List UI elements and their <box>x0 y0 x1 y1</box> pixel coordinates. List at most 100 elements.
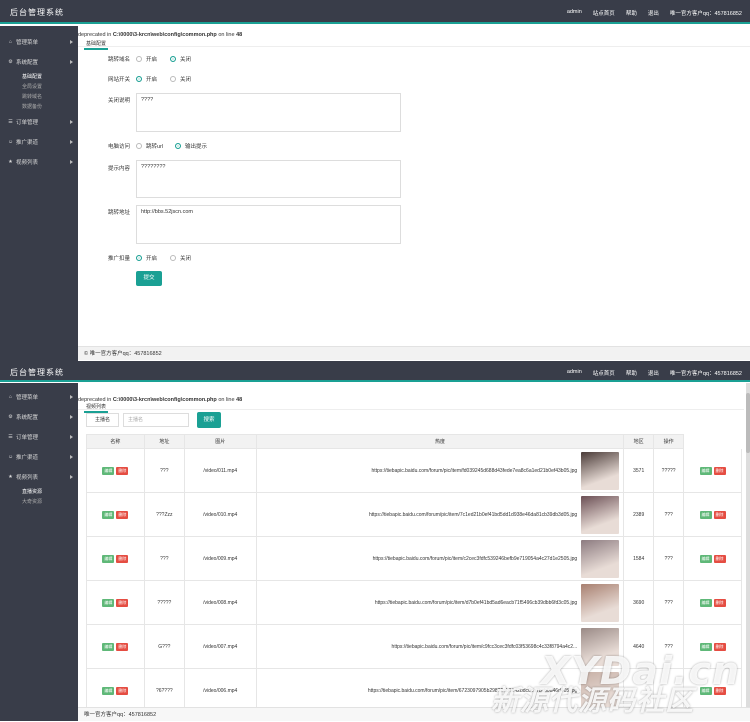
tab-basic[interactable]: 基础配置 <box>84 40 109 50</box>
cell-region: 3690 <box>623 580 655 625</box>
chevron-right-icon <box>70 140 73 144</box>
sidebar-sub-live[interactable]: 直播资源 <box>0 487 78 497</box>
col-region: 地区 <box>623 434 655 449</box>
delete-button[interactable]: 删除 <box>116 510 129 519</box>
nav-user-bottom[interactable]: admin <box>567 369 582 377</box>
row-actions: 编辑 删除 <box>86 580 145 625</box>
search-input[interactable]: 主播名 <box>123 413 190 427</box>
cell-heat: https://tiebapic.baidu.com/forum/pic/ite… <box>255 536 625 581</box>
sidebar-item-videos[interactable]: ★ 视频列表 <box>0 152 78 172</box>
top-header: 后台管理系统 admin 站点首页 帮助 退出 唯一官方客户qq：4578168… <box>0 0 750 24</box>
brand-title-bottom: 后台管理系统 <box>10 368 64 377</box>
scrollbar[interactable] <box>746 383 750 707</box>
delete-button[interactable]: 删除 <box>116 598 129 607</box>
thumbnail-image <box>581 583 620 622</box>
people-icon: ☺ <box>8 453 14 460</box>
edit-button[interactable]: 编辑 <box>102 510 115 519</box>
watermark-text: 新源代源码社区 <box>490 684 694 717</box>
radio-pc-url[interactable]: 跳转url <box>136 142 163 150</box>
sidebar-item-orders[interactable]: ☰ 订单管理 <box>0 112 78 132</box>
row-actions: 编辑 删除 <box>86 492 145 537</box>
table-header-row: 名称 地址 图片 热度 地区 操作 <box>86 434 742 449</box>
sidebar-sub-daqi[interactable]: 大奇资源 <box>0 497 78 507</box>
row-actions-right: 编辑 删除 <box>683 492 742 537</box>
sidebar-sub-basic[interactable]: 基础配置 <box>0 72 78 82</box>
image-url: https://tiebapic.baidu.com/forum/pic/ite… <box>372 555 578 562</box>
jump-url-textarea[interactable]: http://bbs.52jscn.com <box>136 205 401 244</box>
sidebar-item-channels[interactable]: ☺ 推广渠道 <box>0 132 78 152</box>
sidebar-item-videos-b[interactable]: ★ 视频列表 <box>0 467 78 487</box>
edit-button[interactable]: 编辑 <box>102 554 115 563</box>
thumbnail-image <box>581 451 620 490</box>
submit-button[interactable]: 提交 <box>136 271 162 286</box>
settings-panel: deprecated in C:\0000\3-krcn\web\config\… <box>78 26 750 346</box>
edit-button[interactable]: 编辑 <box>102 686 115 695</box>
search-button[interactable]: 搜索 <box>197 412 222 428</box>
edit-button[interactable]: 编辑 <box>699 598 712 607</box>
sidebar-item-manage[interactable]: ⌂ 管理菜单 <box>0 32 78 52</box>
edit-button[interactable]: 编辑 <box>102 642 115 651</box>
radio-pc-tip[interactable]: 输出提示 <box>175 142 207 150</box>
row-actions-right: 编辑 删除 <box>683 448 742 493</box>
delete-button[interactable]: 删除 <box>713 466 726 475</box>
delete-button[interactable]: 删除 <box>713 598 726 607</box>
edit-button[interactable]: 编辑 <box>699 510 712 519</box>
sidebar-sub-domain[interactable]: 跳转域名 <box>0 92 78 102</box>
sidebar-item-channels-b[interactable]: ☺ 推广渠道 <box>0 447 78 467</box>
cell-region: 3571 <box>623 448 655 493</box>
nav-logout[interactable]: 退出 <box>648 9 659 17</box>
field-site-switch: 网站开关 开启 关闭 <box>108 75 192 83</box>
sidebar-item-orders-b[interactable]: ☰ 订单管理 <box>0 427 78 447</box>
delete-button[interactable]: 删除 <box>116 554 129 563</box>
nav-user[interactable]: admin <box>567 9 582 17</box>
delete-button[interactable]: 删除 <box>116 642 129 651</box>
radio-site-off[interactable]: 关闭 <box>170 75 191 83</box>
nav-logout-bottom[interactable]: 退出 <box>648 369 659 377</box>
delete-button[interactable]: 删除 <box>713 510 726 519</box>
col-image: 图片 <box>183 434 257 449</box>
radio-promo-on[interactable]: 开启 <box>136 254 157 262</box>
people-icon: ☺ <box>8 138 14 145</box>
cell-op: ????? <box>653 448 685 493</box>
nav-home[interactable]: 站点首页 <box>593 9 615 17</box>
table-row: 编辑 删除???/video/011.mp4 https://tiebapic.ba… <box>86 448 742 493</box>
search-category-select[interactable]: 主播名 <box>86 413 120 427</box>
nav-help-bottom[interactable]: 帮助 <box>626 369 637 377</box>
sidebar: ⌂ 管理菜单 ⚙ 系统配置 基础配置 全局设置 跳转域名 数据备份 ☰ 订单管理 ☺ 推… <box>0 26 78 361</box>
edit-button[interactable]: 编辑 <box>102 598 115 607</box>
edit-button[interactable]: 编辑 <box>102 466 115 475</box>
cell-address: /video/008.mp4 <box>183 580 257 625</box>
cell-address: /video/011.mp4 <box>183 448 257 493</box>
delete-button[interactable]: 删除 <box>116 466 129 475</box>
chevron-right-icon <box>70 60 73 64</box>
sidebar-item-system-b[interactable]: ⚙ 系统配置 <box>0 407 78 427</box>
edit-button[interactable]: 编辑 <box>699 554 712 563</box>
sidebar-bottom: ⌂ 管理菜单 ⚙ 系统配置 ☰ 订单管理 ☺ 推广渠道 ★ 视频列表 直播资源 大奇资源 <box>0 383 78 721</box>
delete-button[interactable]: 删除 <box>116 686 129 695</box>
brand-title: 后台管理系统 <box>10 8 64 17</box>
close-note-textarea[interactable]: ???? <box>136 93 401 132</box>
tip-textarea[interactable]: ???????? <box>136 160 401 198</box>
image-url: https://tiebapic.baidu.com/forum/pic/ite… <box>374 599 578 606</box>
radio-jump-on[interactable]: 开启 <box>136 55 157 63</box>
sidebar-sub-global[interactable]: 全局设置 <box>0 82 78 92</box>
chevron-right-icon <box>70 160 73 164</box>
radio-promo-off[interactable]: 关闭 <box>170 254 191 262</box>
edit-button[interactable]: 编辑 <box>699 466 712 475</box>
col-name: 名称 <box>86 434 145 449</box>
sidebar-item-manage-b[interactable]: ⌂ 管理菜单 <box>0 387 78 407</box>
cell-heat: https://tiebapic.baidu.com/forum/pic/ite… <box>255 448 625 493</box>
delete-button[interactable]: 删除 <box>713 554 726 563</box>
sidebar-item-system[interactable]: ⚙ 系统配置 <box>0 52 78 72</box>
settings-icon: ⚙ <box>8 58 13 65</box>
chevron-right-icon <box>70 395 73 399</box>
nav-home-bottom[interactable]: 站点首页 <box>593 369 615 377</box>
nav-contact-bottom: 唯一官方客户qq：457816852 <box>669 371 742 377</box>
nav-help[interactable]: 帮助 <box>626 9 637 17</box>
row-actions-right: 编辑 删除 <box>683 580 742 625</box>
thumbnail-image <box>581 495 620 534</box>
radio-site-on[interactable]: 开启 <box>136 75 157 83</box>
sidebar-sub-backup[interactable]: 数据备份 <box>0 102 78 112</box>
radio-jump-off[interactable]: 关闭 <box>170 55 191 63</box>
cell-name: ??? <box>143 448 185 493</box>
